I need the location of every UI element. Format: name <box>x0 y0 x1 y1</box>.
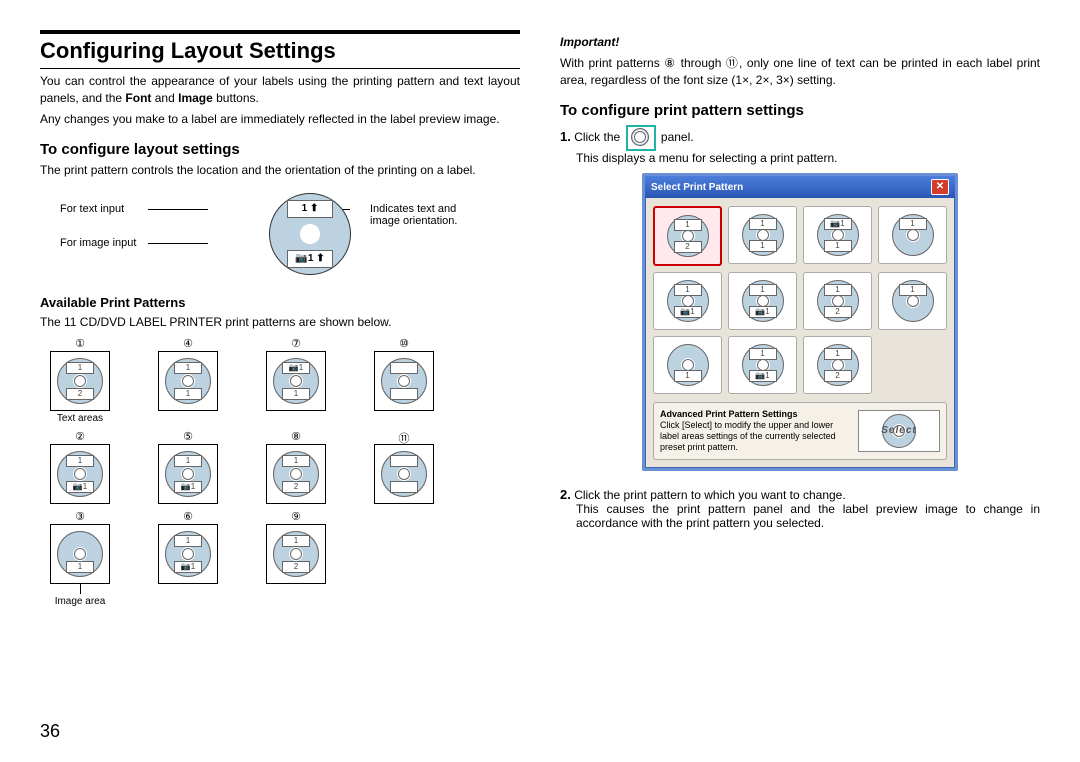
advanced-settings-box: Advanced Print Pattern Settings Click [S… <box>653 402 947 459</box>
intro-2: Any changes you make to a label are imme… <box>40 111 520 128</box>
important-body: With print patterns ⑧ through ⑪, only on… <box>560 55 1040 89</box>
pattern-option[interactable]: 1 <box>878 272 947 330</box>
step-1-desc: This displays a menu for selecting a pri… <box>576 151 1040 165</box>
page-heading: Configuring Layout Settings <box>40 30 520 69</box>
adv-title: Advanced Print Pattern Settings <box>660 409 850 420</box>
step-2-desc: This causes the print pattern panel and … <box>576 502 1040 530</box>
pattern-option[interactable]: 11 <box>728 206 797 264</box>
select-button[interactable]: Select <box>858 410 940 452</box>
important-label: Important! <box>560 35 619 49</box>
pattern-option[interactable]: 📷11 <box>803 206 872 264</box>
pattern-num: ⑨ <box>256 510 336 524</box>
step-1: 1. Click the panel. This displays a menu… <box>560 125 1040 165</box>
label-image-input: For image input <box>60 237 136 249</box>
pattern-option[interactable]: 1📷1 <box>653 272 722 330</box>
page-number: 36 <box>40 721 60 742</box>
close-icon[interactable]: ✕ <box>931 179 949 195</box>
pattern-grid: ① 12 Text areas ④ 11 ⑦ 📷11 ⑩ ② 1📷1 ⑤ 1📷1… <box>40 337 520 607</box>
pattern-num: ④ <box>148 337 228 351</box>
pattern-num: ⑦ <box>256 337 336 351</box>
pattern-num: ⑩ <box>364 337 444 351</box>
label-text-areas: Text areas <box>40 413 120 424</box>
pattern-num: ⑧ <box>256 430 336 444</box>
pattern-num: ⑤ <box>148 430 228 444</box>
intro-1: You can control the appearance of your l… <box>40 73 520 107</box>
pattern-num: ⑪ <box>364 430 444 444</box>
pattern-num: ② <box>40 430 120 444</box>
step-2: 2. Click the print pattern to which you … <box>560 487 1040 530</box>
section-patterns-title: Available Print Patterns <box>40 295 520 310</box>
adv-body: Click [Select] to modify the upper and l… <box>660 420 850 452</box>
label-image-area: Image area <box>40 596 120 607</box>
section-layout-title: To configure layout settings <box>40 141 520 158</box>
layout-diagram: For text input For image input Indicates… <box>40 189 520 279</box>
pattern-option[interactable]: 1 <box>878 206 947 264</box>
pattern-option[interactable]: 1📷1 <box>728 336 797 394</box>
label-text-input: For text input <box>60 203 124 215</box>
pattern-option[interactable]: 12 <box>803 336 872 394</box>
label-orientation: Indicates text and image orientation. <box>370 203 480 227</box>
disc-icon: 1 ⬆ 📷1 ⬆ <box>269 193 351 275</box>
pattern-num: ① <box>40 337 120 351</box>
pattern-option[interactable]: 1 <box>653 336 722 394</box>
section-layout-body: The print pattern controls the location … <box>40 162 520 179</box>
pattern-option[interactable]: 1📷1 <box>728 272 797 330</box>
select-print-pattern-dialog: Select Print Pattern ✕ 12 11 📷11 1 1📷1 1… <box>642 173 958 470</box>
pattern-num: ⑥ <box>148 510 228 524</box>
pattern-num: ③ <box>40 510 120 524</box>
dialog-title: Select Print Pattern <box>651 182 743 193</box>
section-patterns-body: The 11 CD/DVD LABEL PRINTER print patter… <box>40 314 520 331</box>
pattern-option[interactable]: 12 <box>653 206 722 266</box>
section-print-pattern-title: To configure print pattern settings <box>560 102 1040 119</box>
pattern-option[interactable]: 12 <box>803 272 872 330</box>
panel-icon <box>626 125 656 151</box>
